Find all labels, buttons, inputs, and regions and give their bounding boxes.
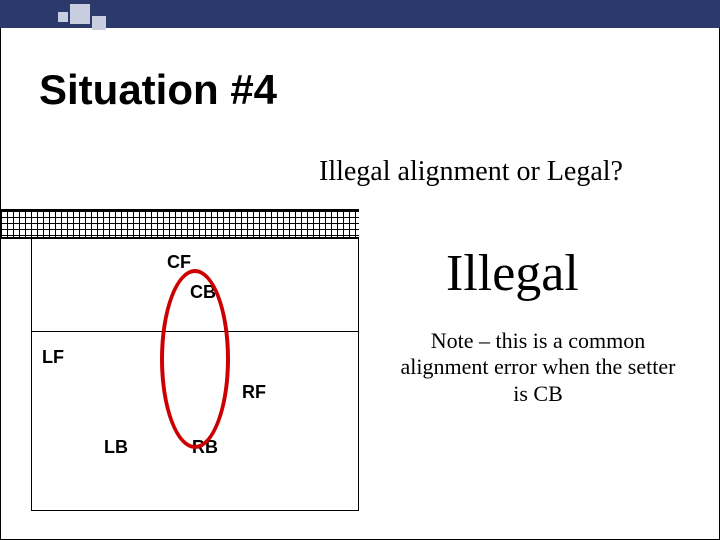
- position-rf: RF: [242, 382, 266, 403]
- decorative-squares: [58, 0, 106, 30]
- volleyball-net: [1, 209, 359, 239]
- slide-top-border: [0, 0, 720, 28]
- position-lf: LF: [42, 347, 64, 368]
- slide-title: Situation #4: [39, 66, 277, 114]
- position-lb: LB: [104, 437, 128, 458]
- slide-content-frame: Situation #4 Illegal alignment or Legal?…: [0, 28, 720, 540]
- note-text: Note – this is a common alignment error …: [394, 328, 682, 407]
- highlight-oval: [160, 269, 230, 449]
- volleyball-court: CF CB LF RF LB RB: [31, 239, 359, 511]
- decor-square-icon: [58, 12, 68, 22]
- slide-subtitle: Illegal alignment or Legal?: [319, 156, 623, 188]
- decor-square-icon: [70, 4, 90, 24]
- verdict-text: Illegal: [446, 244, 579, 303]
